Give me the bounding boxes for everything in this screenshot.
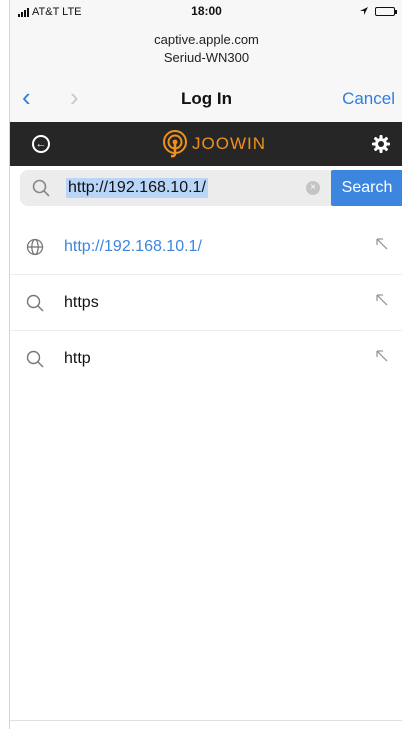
circle-back-arrow-icon[interactable]: ← [32, 135, 50, 153]
status-bar: AT&T LTE 18:00 [10, 0, 402, 24]
navigation-bar: ‹ › Log In Cancel [10, 76, 402, 122]
cancel-button[interactable]: Cancel [342, 89, 395, 109]
search-button[interactable]: Search [331, 170, 402, 206]
list-item[interactable]: https [10, 275, 402, 331]
network-ssid: Seriud-WN300 [163, 50, 250, 65]
broadcast-logo-icon [163, 130, 187, 158]
search-row: http://192.168.10.1/ × Search [10, 166, 402, 210]
suggestion-text: https [64, 294, 99, 311]
joowin-logo: JOOWIN [162, 130, 266, 158]
app-header: ← JOOWIN [10, 122, 402, 166]
search-icon [26, 294, 44, 312]
captive-portal-header: captive.apple.com Seriud-WN300 [10, 24, 402, 76]
suggestion-text: http [64, 350, 91, 367]
status-right [359, 6, 397, 16]
suggestion-text: http://192.168.10.1/ [64, 238, 202, 255]
browser-frame: AT&T LTE 18:00 captive.apple.com Seriud-… [9, 0, 402, 729]
status-time: 18:00 [191, 4, 222, 18]
gear-icon[interactable] [371, 134, 391, 154]
logo-wordmark: JOOWIN [192, 134, 266, 153]
clear-icon[interactable]: × [306, 181, 320, 195]
location-arrow-icon [360, 7, 368, 15]
bottom-divider [10, 720, 402, 721]
battery-icon [375, 6, 397, 16]
search-query-text[interactable]: http://192.168.10.1/ [66, 178, 208, 198]
search-icon [32, 179, 50, 197]
suggestion-list: http://192.168.10.1/ https http [10, 219, 402, 387]
fill-arrow-icon[interactable] [375, 349, 389, 363]
globe-icon [26, 238, 44, 256]
list-item[interactable]: http://192.168.10.1/ [10, 219, 402, 275]
search-icon [26, 350, 44, 368]
captive-domain: captive.apple.com [154, 32, 259, 47]
fill-arrow-icon[interactable] [375, 237, 389, 251]
list-item[interactable]: http [10, 331, 402, 387]
fill-arrow-icon[interactable] [375, 293, 389, 307]
